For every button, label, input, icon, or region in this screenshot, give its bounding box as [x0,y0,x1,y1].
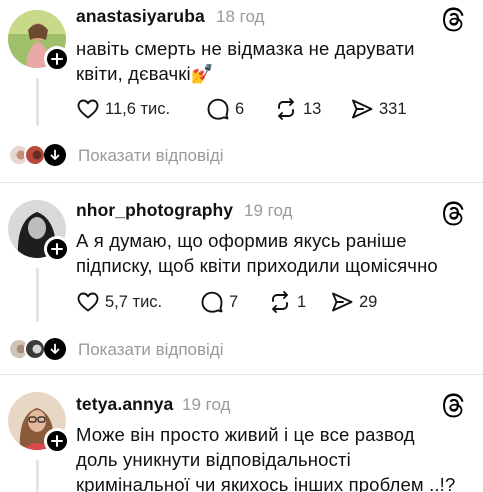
comment-button[interactable]: 6 [206,96,244,122]
send-icon [352,99,373,119]
arrow-down-icon [50,149,60,160]
threads-logo-icon[interactable] [441,200,467,226]
comment-bubble-icon [201,291,223,313]
plus-icon [51,53,63,65]
thread-line [36,460,39,492]
repost-count: 1 [297,292,307,311]
comment-post: nhor_photography 19 год А я думаю, що оф… [0,192,483,372]
like-count: 11,6 тис. [105,99,171,118]
follow-button[interactable] [44,428,70,454]
comment-count: 7 [229,292,239,311]
repost-icon [272,291,288,313]
comment-text: Може він просто живий і це все развод до… [76,422,471,492]
comment-text: А я думаю, що оформив якусь раніше підпи… [76,228,471,278]
avatar-container[interactable] [8,10,70,72]
comment-text-line: навіть смерть не відмазка не дарувати [76,38,415,59]
share-button[interactable]: 29 [330,289,377,315]
action-bar: 5,7 тис. 7 1 29 [76,289,476,315]
send-icon [332,292,353,312]
replies-preview[interactable]: Показати відповіді [8,338,308,364]
comment-text: навіть смерть не відмазка не дарувати кв… [76,36,471,86]
comment-text-line: А я думаю, що оформив якусь раніше [76,230,407,251]
repost-button[interactable]: 1 [268,289,306,315]
avatar-container[interactable] [8,392,70,454]
replies-preview[interactable]: Показати відповіді [8,144,308,170]
reply-avatar [24,144,46,166]
follow-button[interactable] [44,236,70,262]
repost-count: 13 [303,99,322,118]
comment-post: anastasiyaruba 18 год навіть смерть не в… [0,0,483,182]
plus-icon [51,243,63,255]
divider [0,182,483,183]
like-button[interactable]: 5,7 тис. [76,289,162,315]
thread-line [36,78,39,126]
expand-replies-button[interactable] [44,338,66,360]
arrow-down-icon [50,343,60,354]
threads-logo-icon[interactable] [441,392,467,418]
username[interactable]: nhor_photography [76,200,233,221]
comment-text-line: підписку, щоб квіти приходили щомісячно [76,255,438,276]
divider [0,374,483,375]
heart-icon [77,292,99,312]
show-replies-link[interactable]: Показати відповіді [78,146,224,166]
comment-text-line: кримінальної чи якихось інших проблем ..… [76,474,456,492]
comment-button[interactable]: 7 [200,289,238,315]
action-bar: 11,6 тис. 6 13 331 [76,96,476,122]
comment-post: tetya.annya 19 год Може він просто живий… [0,384,483,492]
comment-text-line: Може він просто живий і це все развод [76,424,415,445]
repost-icon [278,98,294,120]
comment-count: 6 [235,99,245,118]
share-count: 331 [379,99,407,118]
threads-logo-icon[interactable] [441,6,467,32]
username[interactable]: anastasiyaruba [76,6,205,27]
comment-bubble-icon [207,98,229,120]
heart-icon [77,99,99,119]
repost-button[interactable]: 13 [274,96,321,122]
comment-text-line: доль уникнути відповідальності [76,449,351,470]
follow-button[interactable] [44,46,70,72]
like-button[interactable]: 11,6 тис. [76,96,170,122]
username[interactable]: tetya.annya [76,394,173,415]
show-replies-link[interactable]: Показати відповіді [78,340,224,360]
timestamp: 19 год [182,395,231,414]
timestamp: 18 год [216,7,265,26]
avatar-container[interactable] [8,200,70,262]
plus-icon [51,435,63,447]
share-count: 29 [359,292,378,311]
reply-avatar [24,338,46,360]
like-count: 5,7 тис. [105,292,163,311]
timestamp: 19 год [244,201,293,220]
comment-text-line: квіти, дєвачкі💅 [76,63,214,84]
expand-replies-button[interactable] [44,144,66,166]
share-button[interactable]: 331 [350,96,407,122]
thread-line [36,268,39,322]
